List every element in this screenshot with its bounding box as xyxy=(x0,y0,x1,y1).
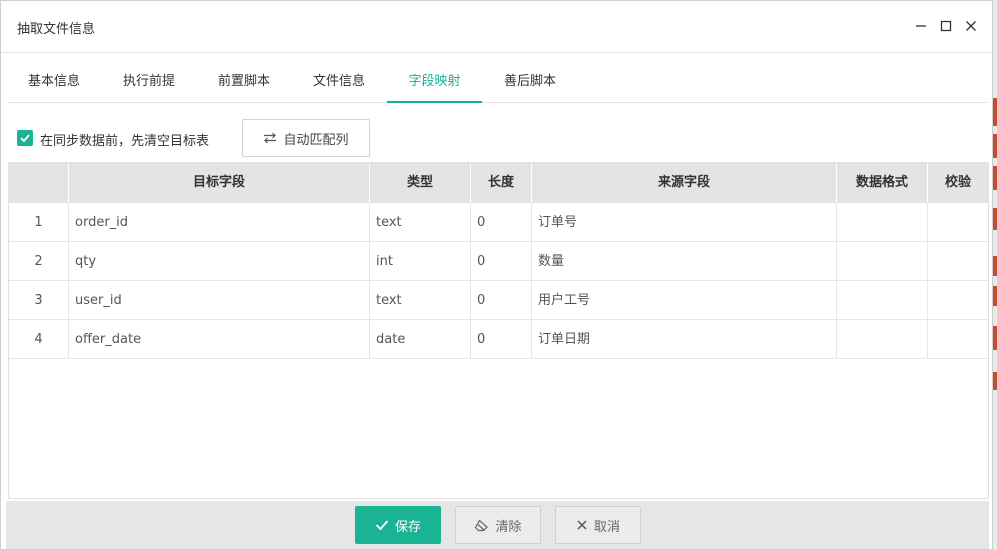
dialog-titlebar: 抽取文件信息 xyxy=(1,1,992,53)
type-cell[interactable]: int xyxy=(370,242,471,281)
length-cell[interactable]: 0 xyxy=(471,203,532,242)
header-index xyxy=(9,163,69,203)
target-field-cell[interactable]: order_id xyxy=(69,203,370,242)
extract-file-info-dialog: 抽取文件信息 基本信息 执行前提 前置脚本 文件信息 字段映射 善后脚本 在同步… xyxy=(0,0,993,550)
tab-file-info[interactable]: 文件信息 xyxy=(292,63,386,103)
data-format-cell[interactable] xyxy=(837,320,928,359)
tab-field-mapping[interactable]: 字段映射 xyxy=(387,63,482,103)
row-index: 4 xyxy=(9,320,69,359)
source-field-cell[interactable]: 用户工号 xyxy=(532,281,837,320)
validation-cell[interactable] xyxy=(928,281,988,320)
validation-cell[interactable] xyxy=(928,320,988,359)
swap-arrows-icon xyxy=(264,132,277,144)
clear-button[interactable]: 清除 xyxy=(455,506,541,544)
check-icon xyxy=(375,520,389,531)
row-index: 3 xyxy=(9,281,69,320)
tab-post-script[interactable]: 善后脚本 xyxy=(483,63,577,103)
header-validation[interactable]: 校验 xyxy=(928,163,988,203)
cancel-button[interactable]: 取消 xyxy=(555,506,641,544)
validation-cell[interactable] xyxy=(928,203,988,242)
minimize-icon[interactable] xyxy=(910,15,932,37)
field-mapping-table: 目标字段 类型 长度 来源字段 数据格式 校验 1 order_id text … xyxy=(8,162,989,499)
save-button[interactable]: 保存 xyxy=(355,506,441,544)
header-length[interactable]: 长度 xyxy=(471,163,532,203)
table-row[interactable]: 1 order_id text 0 订单号 xyxy=(9,203,988,242)
target-field-cell[interactable]: offer_date xyxy=(69,320,370,359)
header-source-field[interactable]: 来源字段 xyxy=(532,163,837,203)
table-header: 目标字段 类型 长度 来源字段 数据格式 校验 xyxy=(9,163,988,203)
data-format-cell[interactable] xyxy=(837,281,928,320)
clear-target-label[interactable]: 在同步数据前，先清空目标表 xyxy=(40,130,209,149)
dialog-footer: 保存 清除 取消 xyxy=(6,501,989,549)
mapping-toolbar: 在同步数据前，先清空目标表 自动匹配列 xyxy=(8,119,988,157)
validation-cell[interactable] xyxy=(928,242,988,281)
header-target-field[interactable]: 目标字段 xyxy=(69,163,370,203)
table-row[interactable]: 2 qty int 0 数量 xyxy=(9,242,988,281)
length-cell[interactable]: 0 xyxy=(471,320,532,359)
close-icon[interactable] xyxy=(960,15,982,37)
data-format-cell[interactable] xyxy=(837,242,928,281)
auto-match-columns-button[interactable]: 自动匹配列 xyxy=(242,119,370,157)
clear-label: 清除 xyxy=(495,519,522,535)
table-row[interactable]: 4 offer_date date 0 订单日期 xyxy=(9,320,988,359)
tab-basic-info[interactable]: 基本信息 xyxy=(8,63,100,103)
clear-target-checkbox[interactable] xyxy=(17,130,33,146)
close-icon xyxy=(577,520,587,530)
type-cell[interactable]: date xyxy=(370,320,471,359)
type-cell[interactable]: text xyxy=(370,281,471,320)
cancel-label: 取消 xyxy=(593,519,620,535)
save-label: 保存 xyxy=(394,519,421,535)
row-index: 2 xyxy=(9,242,69,281)
source-field-cell[interactable]: 订单号 xyxy=(532,203,837,242)
check-icon xyxy=(20,134,30,143)
eraser-icon xyxy=(475,519,489,531)
length-cell[interactable]: 0 xyxy=(471,281,532,320)
header-type[interactable]: 类型 xyxy=(370,163,471,203)
source-field-cell[interactable]: 订单日期 xyxy=(532,320,837,359)
source-field-cell[interactable]: 数量 xyxy=(532,242,837,281)
header-data-format[interactable]: 数据格式 xyxy=(837,163,928,203)
type-cell[interactable]: text xyxy=(370,203,471,242)
target-field-cell[interactable]: user_id xyxy=(69,281,370,320)
tab-pre-script[interactable]: 前置脚本 xyxy=(197,63,291,103)
maximize-icon[interactable] xyxy=(935,15,957,37)
tab-preconditions[interactable]: 执行前提 xyxy=(102,63,196,103)
data-format-cell[interactable] xyxy=(837,203,928,242)
auto-match-label: 自动匹配列 xyxy=(283,132,349,148)
target-field-cell[interactable]: qty xyxy=(69,242,370,281)
tab-bar: 基本信息 执行前提 前置脚本 文件信息 字段映射 善后脚本 xyxy=(8,63,988,103)
table-row[interactable]: 3 user_id text 0 用户工号 xyxy=(9,281,988,320)
dialog-title: 抽取文件信息 xyxy=(17,22,96,37)
length-cell[interactable]: 0 xyxy=(471,242,532,281)
row-index: 1 xyxy=(9,203,69,242)
